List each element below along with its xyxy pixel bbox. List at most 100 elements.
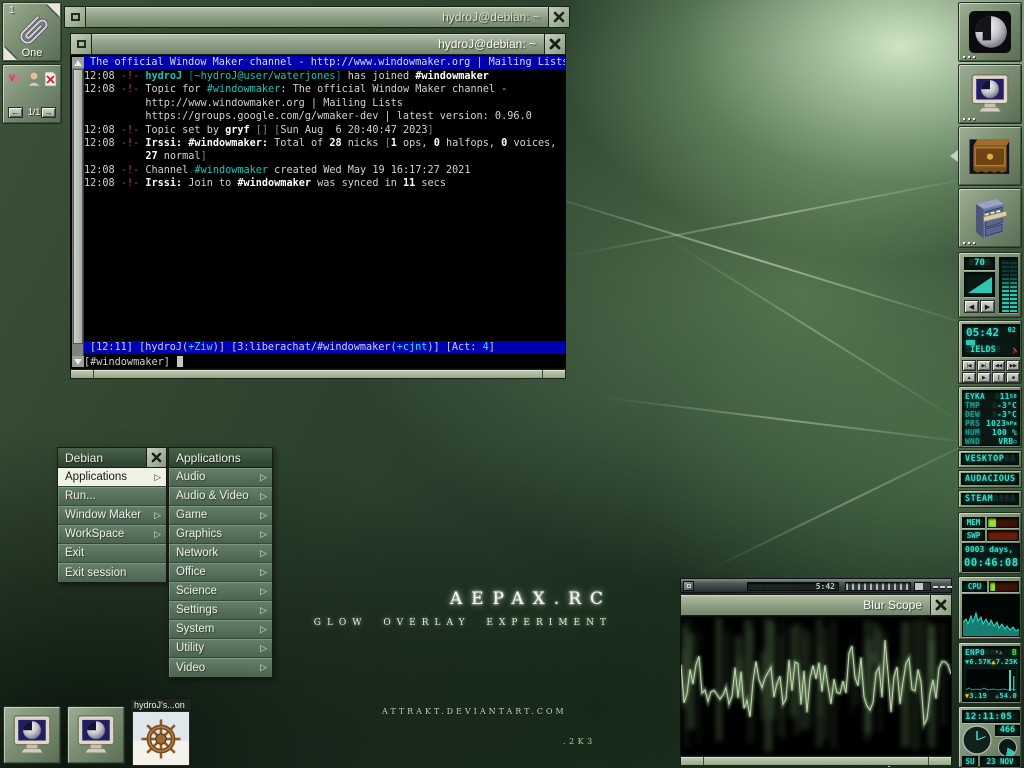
audacious-minimize-button[interactable] — [933, 586, 938, 588]
submenu-arrow-icon: ▷ — [260, 548, 267, 559]
blur-scope-titlebar[interactable]: Blur Scope — [680, 594, 952, 616]
menu-item-graphics[interactable]: Graphics▷ — [169, 525, 272, 544]
audacious-volume-slider[interactable] — [914, 582, 931, 591]
launcher-label: STEAM8888 — [961, 493, 1019, 505]
scroll-down-button[interactable] — [72, 356, 84, 367]
user-icon[interactable] — [27, 71, 41, 92]
menu-close-button[interactable] — [146, 448, 166, 467]
dock-tile-file-cabinet[interactable] — [958, 188, 1022, 248]
clock-counter: 466 — [995, 725, 1020, 736]
menu-item-exit[interactable]: Exit — [58, 544, 166, 563]
cpu-dockapp[interactable]: CPU — [958, 576, 1022, 640]
menu-item-label: Video — [176, 662, 260, 674]
close-button[interactable] — [544, 34, 565, 54]
pie-gauge — [998, 738, 1017, 757]
irc-line: 12:08 -!- Irssi: #windowmaker: Total of … — [84, 137, 565, 150]
player-prev-track-button[interactable]: |◀ — [962, 360, 976, 371]
miniaturize-button[interactable] — [65, 7, 86, 27]
menu-item-network[interactable]: Network▷ — [169, 544, 272, 563]
scroll-up-button[interactable] — [72, 57, 84, 68]
miniwindow-helm[interactable] — [132, 711, 190, 766]
menu-item-label: Settings — [176, 604, 260, 616]
menu-item-applications[interactable]: Applications▷ — [58, 468, 166, 487]
mem-label: MEM — [962, 517, 985, 528]
menu-item-game[interactable]: Game▷ — [169, 506, 272, 525]
audacious-shade-button[interactable] — [940, 586, 945, 588]
tray-next-button[interactable]: → — [41, 107, 56, 118]
player-rewind-button[interactable]: ◀◀ — [992, 360, 1006, 371]
player-next-track-button[interactable]: ▶| — [977, 360, 991, 371]
icon-tray[interactable]: Vc ← 1/1 → — [2, 64, 62, 124]
launcher-steam[interactable]: STEAM8888 — [958, 490, 1022, 508]
vc-icon[interactable]: Vc — [9, 73, 20, 83]
close-button[interactable] — [548, 7, 569, 27]
terminal-window-titlebar[interactable]: hydroJ@debian: ~ — [70, 33, 566, 55]
applications-menu-titlebar[interactable]: Applications — [168, 447, 273, 468]
menu-item-label: Audio & Video — [176, 490, 260, 502]
file-delete-icon[interactable] — [44, 71, 57, 92]
menu-item-settings[interactable]: Settings▷ — [169, 601, 272, 620]
audacious-seek-slider[interactable] — [845, 582, 911, 591]
menu-item-audio[interactable]: Audio▷ — [169, 468, 272, 487]
menu-item-system[interactable]: System▷ — [169, 620, 272, 639]
net-dockapp[interactable]: ENP088 ▼▲ B ▼6.57K ▲7.25K ▼3.19 ▲54.0 — [958, 642, 1022, 704]
launcher-vesktop[interactable]: VESKTOP88 — [958, 450, 1022, 468]
workspace-clip[interactable]: 1 One — [2, 2, 62, 62]
irc-line: https://groups.google.com/g/wmaker-dev |… — [84, 110, 565, 123]
mixer-value-display: 8708 — [964, 257, 995, 270]
mixer-volume-display[interactable] — [964, 272, 995, 297]
menu-item-window-maker[interactable]: Window Maker▷ — [58, 506, 166, 525]
sysmon-dockapp[interactable]: MEM SWP 0003 days, 00:46:08 — [958, 512, 1022, 574]
mixer-dockapp[interactable]: 8708 ◀ ▶ — [958, 252, 1022, 318]
cpu-graph — [962, 594, 1020, 637]
launcher-label: VESKTOP88 — [961, 453, 1019, 465]
scrollbar-thumb[interactable] — [73, 69, 83, 344]
player-forward-button[interactable]: ▶▶ — [1006, 360, 1020, 371]
menu-title: Applications — [169, 448, 272, 467]
audacious-menu-button[interactable] — [683, 581, 694, 591]
mem-bar — [987, 517, 1019, 528]
menu-item-workspace[interactable]: WorkSpace▷ — [58, 525, 166, 544]
player-pause-button[interactable]: || — [992, 372, 1006, 383]
tray-prev-button[interactable]: ← — [8, 107, 23, 118]
menu-item-exit-session[interactable]: Exit session — [58, 563, 166, 582]
dock-tile-wmaker[interactable] — [958, 2, 1022, 62]
terminal-window-back-titlebar[interactable]: hydroJ@debian: ~ — [64, 6, 570, 28]
clip-next-workspace-arrow[interactable] — [47, 4, 60, 17]
menu-item-label: Exit session — [65, 567, 161, 579]
dock-tile-terminal[interactable] — [958, 64, 1022, 124]
terminal-resize-bar[interactable] — [70, 369, 566, 379]
mixer-right-button[interactable]: ▶ — [980, 300, 995, 313]
debian-menu-titlebar[interactable]: Debian — [57, 447, 167, 468]
player-dockapp[interactable]: 05:42 02 8IELDS8 ♪ |◀▶|◀◀▶▶▲▶||■ — [958, 320, 1022, 384]
drawer-slide-arrow-icon[interactable] — [950, 150, 958, 162]
menu-item-audio-video[interactable]: Audio & Video▷ — [169, 487, 272, 506]
launcher-audacious[interactable]: AUDACIOUS — [958, 470, 1022, 488]
player-eject-button[interactable]: ▲ — [962, 372, 976, 383]
menu-item-science[interactable]: Science▷ — [169, 582, 272, 601]
player-play-button[interactable]: ▶ — [977, 372, 991, 383]
miniaturize-button[interactable] — [71, 34, 92, 54]
menu-item-label: Window Maker — [65, 509, 154, 521]
applications-menu: Applications Audio▷Audio & Video▷Game▷Gr… — [168, 447, 273, 678]
close-button[interactable] — [930, 595, 951, 615]
blur-scope-resize-bar[interactable] — [680, 756, 952, 766]
analog-clock — [962, 725, 992, 755]
menu-item-utility[interactable]: Utility▷ — [169, 639, 272, 658]
irc-input-line[interactable]: [#windowmaker] — [84, 356, 183, 369]
audacious-close-button[interactable] — [947, 586, 952, 588]
player-stop-button[interactable]: ■ — [1006, 372, 1020, 383]
miniwindow-terminal-1[interactable] — [3, 706, 61, 764]
menu-item-run[interactable]: Run... — [58, 487, 166, 506]
clock-dockapp[interactable]: 88:88:88 12:11:05 466 SU 23 NOV — [958, 706, 1022, 768]
mixer-left-button[interactable]: ◀ — [964, 300, 979, 313]
menu-item-video[interactable]: Video▷ — [169, 658, 272, 677]
dock-tile-drawer[interactable] — [958, 126, 1022, 186]
miniwindow-terminal-2[interactable] — [67, 706, 125, 764]
audacious-shade-bar[interactable]: ··· ········ 5:42 — [680, 578, 952, 593]
submenu-arrow-icon: ▷ — [260, 624, 267, 635]
terminal-scrollbar[interactable] — [72, 57, 84, 367]
wallpaper-streak — [601, 396, 988, 446]
menu-item-office[interactable]: Office▷ — [169, 563, 272, 582]
weather-dockapp[interactable]: EYKA 8 1150 TMP8-3°CDEW8-3°CPRS1023hPaHU… — [958, 386, 1022, 448]
